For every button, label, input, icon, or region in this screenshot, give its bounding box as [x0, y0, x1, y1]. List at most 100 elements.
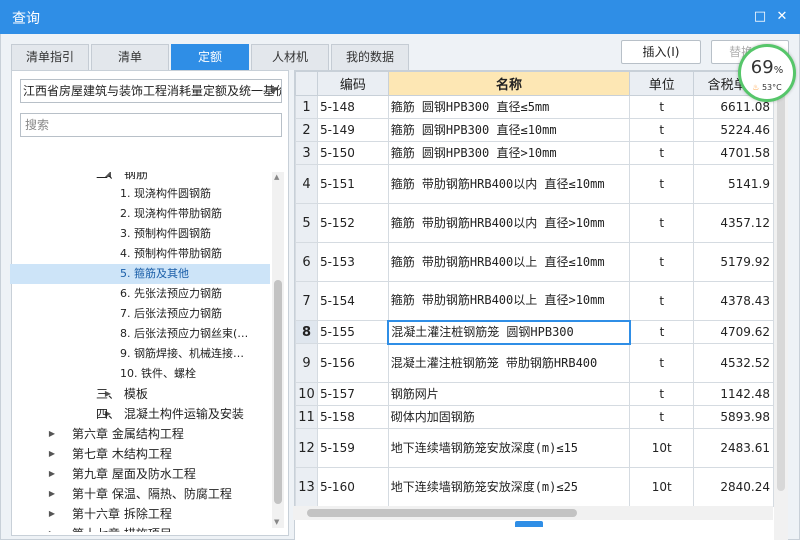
quota-unit[interactable]: t: [629, 95, 695, 119]
collapsed-arrow-icon[interactable]: ▶: [46, 464, 58, 484]
scroll-up-icon[interactable]: ▲: [274, 173, 279, 181]
tree-branch[interactable]: ▶ 第六章 金属结构工程: [10, 424, 270, 444]
quota-name[interactable]: 箍筋 带肋钢筋HRB400以内 直径>10mm: [387, 203, 631, 243]
tree-branch[interactable]: ◢ 二、 钢筋: [10, 172, 270, 184]
tree-branch[interactable]: ▶ 三、 模板: [10, 384, 270, 404]
collapsed-arrow-icon[interactable]: ▶: [46, 484, 58, 504]
tree-leaf[interactable]: 9. 钢筋焊接、机械连接…: [10, 344, 270, 364]
tab-bill-guide[interactable]: 清单指引: [11, 44, 89, 70]
quota-code[interactable]: 5-156: [316, 343, 389, 383]
quota-name[interactable]: 钢筋网片: [387, 382, 631, 406]
quota-code[interactable]: 5-159: [316, 428, 389, 468]
quota-unit[interactable]: t: [629, 164, 695, 204]
quota-price[interactable]: 4378.43: [693, 281, 774, 321]
collapsed-arrow-icon[interactable]: ▶: [46, 444, 58, 464]
tree-leaf[interactable]: 3. 预制构件圆钢筋: [10, 224, 270, 244]
quota-unit[interactable]: t: [629, 405, 695, 429]
table-row[interactable]: 3 5-150 箍筋 圆钢HPB300 直径>10mm t 4701.58: [295, 141, 774, 165]
quota-unit[interactable]: 10t: [629, 428, 695, 468]
quota-price[interactable]: 2483.61: [693, 428, 774, 468]
quota-code[interactable]: 5-152: [316, 203, 389, 243]
quota-name[interactable]: 混凝土灌注桩钢筋笼 圆钢HPB300: [387, 319, 631, 345]
quota-unit[interactable]: t: [629, 382, 695, 406]
table-row[interactable]: 4 5-151 箍筋 带肋钢筋HRB400以内 直径≤10mm t 5141.9: [295, 164, 774, 204]
tree-leaf[interactable]: 5. 箍筋及其他: [10, 264, 270, 284]
tree-leaf[interactable]: 1. 现浇构件圆钢筋: [10, 184, 270, 204]
quota-price[interactable]: 5893.98: [693, 405, 774, 429]
quota-code[interactable]: 5-149: [316, 118, 389, 142]
collapsed-arrow-icon[interactable]: ▶: [46, 504, 58, 524]
quota-code[interactable]: 5-154: [316, 281, 389, 321]
quota-name[interactable]: 箍筋 带肋钢筋HRB400以上 直径≤10mm: [387, 242, 631, 282]
table-row[interactable]: 13 5-160 地下连续墙钢筋笼安放深度(m)≤25 10t 2840.24: [295, 467, 774, 507]
table-row[interactable]: 8 5-155 混凝土灌注桩钢筋笼 圆钢HPB300 t 4709.62: [295, 319, 774, 345]
quota-code[interactable]: 5-153: [316, 242, 389, 282]
quota-name[interactable]: 箍筋 圆钢HPB300 直径>10mm: [387, 141, 631, 165]
tree-leaf[interactable]: 2. 现浇构件带肋钢筋: [10, 204, 270, 224]
tree-leaf[interactable]: 6. 先张法预应力钢筋: [10, 284, 270, 304]
quota-name[interactable]: 箍筋 带肋钢筋HRB400以内 直径≤10mm: [387, 164, 631, 204]
table-scroll-thumb[interactable]: [777, 91, 785, 491]
quota-code[interactable]: 5-155: [316, 320, 389, 344]
quota-unit[interactable]: 10t: [629, 467, 695, 507]
tab-my-data[interactable]: 我的数据: [331, 44, 409, 70]
table-hscroll-thumb[interactable]: [307, 509, 577, 517]
quota-code[interactable]: 5-157: [316, 382, 389, 406]
quota-unit[interactable]: t: [629, 320, 695, 344]
tree-scroll-thumb[interactable]: [274, 280, 282, 504]
tab-labor-material-machine[interactable]: 人材机: [251, 44, 329, 70]
tree-leaf[interactable]: 4. 预制构件带肋钢筋: [10, 244, 270, 264]
insert-button[interactable]: 插入(I): [621, 40, 701, 64]
table-row[interactable]: 9 5-156 混凝土灌注桩钢筋笼 带肋钢筋HRB400 t 4532.52: [295, 343, 774, 383]
table-row[interactable]: 11 5-158 砌体内加固钢筋 t 5893.98: [295, 405, 774, 429]
quota-name[interactable]: 混凝土灌注桩钢筋笼 带肋钢筋HRB400: [387, 343, 631, 383]
table-row[interactable]: 7 5-154 箍筋 带肋钢筋HRB400以上 直径>10mm t 4378.43: [295, 281, 774, 321]
table-row[interactable]: 10 5-157 钢筋网片 t 1142.48: [295, 382, 774, 406]
quota-name[interactable]: 砌体内加固钢筋: [387, 405, 631, 429]
name-column-header[interactable]: 名称: [387, 71, 631, 96]
tree-branch[interactable]: ▶ 第七章 木结构工程: [10, 444, 270, 464]
quota-price[interactable]: 2840.24: [693, 467, 774, 507]
quota-unit[interactable]: t: [629, 343, 695, 383]
tree-branch[interactable]: ▶ 四、 混凝土构件运输及安装: [10, 404, 270, 424]
quota-price[interactable]: 4357.12: [693, 203, 774, 243]
table-row[interactable]: 12 5-159 地下连续墙钢筋笼安放深度(m)≤15 10t 2483.61: [295, 428, 774, 468]
quota-unit[interactable]: t: [629, 242, 695, 282]
tree-branch[interactable]: ▶ 第十章 保温、隔热、防腐工程: [10, 484, 270, 504]
quota-unit[interactable]: t: [629, 141, 695, 165]
quota-unit[interactable]: t: [629, 281, 695, 321]
tree-branch[interactable]: ▶ 第十六章 拆除工程: [10, 504, 270, 524]
quota-unit[interactable]: t: [629, 118, 695, 142]
maximize-icon[interactable]: □: [750, 7, 770, 27]
tab-quota[interactable]: 定额: [171, 44, 249, 70]
tree-scrollbar[interactable]: ▲ ▼: [272, 172, 284, 528]
tree-branch[interactable]: ▶ 第九章 屋面及防水工程: [10, 464, 270, 484]
quota-name[interactable]: 箍筋 圆钢HPB300 直径≤5mm: [387, 95, 631, 119]
quota-code[interactable]: 5-151: [316, 164, 389, 204]
quota-price[interactable]: 4532.52: [693, 343, 774, 383]
quota-code[interactable]: 5-150: [316, 141, 389, 165]
panel-collapse-handle[interactable]: [515, 521, 543, 527]
code-column-header[interactable]: 编码: [316, 71, 389, 96]
scroll-down-icon[interactable]: ▼: [274, 518, 279, 526]
tree-leaf[interactable]: 7. 后张法预应力钢筋: [10, 304, 270, 324]
table-row[interactable]: 1 5-148 箍筋 圆钢HPB300 直径≤5mm t 6611.08: [295, 95, 774, 119]
table-horizontal-scrollbar[interactable]: [293, 506, 773, 520]
table-row[interactable]: 5 5-152 箍筋 带肋钢筋HRB400以内 直径>10mm t 4357.12: [295, 203, 774, 243]
tab-bill[interactable]: 清单: [91, 44, 169, 70]
quota-price[interactable]: 5141.9: [693, 164, 774, 204]
unit-column-header[interactable]: 单位: [629, 71, 695, 96]
quota-price[interactable]: 4701.58: [693, 141, 774, 165]
collapsed-arrow-icon[interactable]: ▶: [46, 524, 58, 532]
quota-price[interactable]: 4709.62: [693, 320, 774, 344]
table-row[interactable]: 2 5-149 箍筋 圆钢HPB300 直径≤10mm t 5224.46: [295, 118, 774, 142]
tree-leaf[interactable]: 8. 后张法预应力钢丝束(…: [10, 324, 270, 344]
quota-name[interactable]: 地下连续墙钢筋笼安放深度(m)≤15: [387, 428, 631, 468]
table-vertical-scrollbar[interactable]: [774, 70, 788, 540]
close-icon[interactable]: ✕: [772, 7, 792, 27]
quota-code[interactable]: 5-160: [316, 467, 389, 507]
quota-name[interactable]: 箍筋 带肋钢筋HRB400以上 直径>10mm: [387, 281, 631, 321]
quota-name[interactable]: 箍筋 圆钢HPB300 直径≤10mm: [387, 118, 631, 142]
tree-leaf[interactable]: 10. 铁件、螺栓: [10, 364, 270, 384]
quota-price[interactable]: 5224.46: [693, 118, 774, 142]
